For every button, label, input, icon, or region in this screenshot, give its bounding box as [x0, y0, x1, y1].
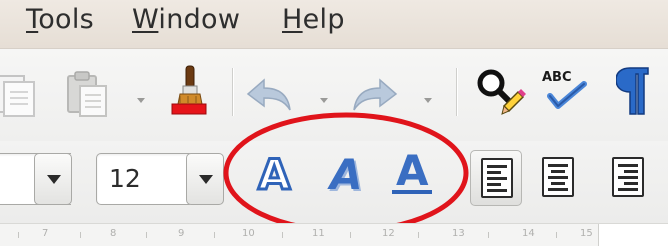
undo-icon[interactable] — [244, 76, 294, 120]
paste-icon[interactable] — [64, 70, 110, 122]
ruler-label: 12 — [382, 228, 395, 239]
align-center-icon — [542, 157, 574, 197]
menu-tools[interactable]: Tools — [26, 4, 94, 35]
ruler-label: 10 — [242, 228, 255, 239]
font-outline-button[interactable]: A — [257, 152, 292, 197]
ruler-label: 13 — [452, 228, 465, 239]
align-left-button[interactable] — [470, 150, 522, 206]
clone-formatting-icon[interactable] — [168, 64, 208, 120]
align-left-icon — [481, 158, 513, 198]
redo-icon[interactable] — [350, 76, 400, 120]
ruler-label: 7 — [42, 228, 49, 239]
formatting-marks-icon[interactable] — [615, 66, 652, 120]
ruler-label: 14 — [522, 228, 535, 239]
underline-bar — [392, 190, 432, 194]
align-center-button[interactable] — [532, 150, 582, 204]
font-size-input[interactable]: 12 — [96, 153, 194, 205]
align-right-button[interactable] — [602, 150, 652, 204]
menu-bar: Tools Window Help — [0, 0, 668, 49]
ruler-label: 8 — [110, 228, 117, 239]
font-name-dropdown-button[interactable] — [34, 153, 72, 205]
undo-dropdown-arrow[interactable] — [320, 98, 328, 103]
copy-icon[interactable] — [0, 72, 42, 122]
font-underline-button[interactable]: A — [396, 150, 429, 192]
menu-window[interactable]: Window — [132, 4, 240, 35]
paste-dropdown-arrow[interactable] — [137, 98, 145, 103]
horizontal-ruler[interactable]: 7 8 9 10 11 12 13 14 15 — [0, 223, 668, 246]
toolbar-separator — [456, 68, 457, 116]
toolbar-separator — [232, 68, 233, 116]
ruler-label: 9 — [178, 228, 185, 239]
menu-help[interactable]: Help — [282, 4, 345, 35]
font-shadow-button[interactable]: A — [330, 154, 363, 196]
font-size-dropdown-button[interactable] — [186, 153, 224, 205]
align-right-icon — [612, 157, 644, 197]
redo-dropdown-arrow[interactable] — [424, 98, 432, 103]
find-replace-icon[interactable] — [474, 66, 526, 120]
ruler-label: 11 — [312, 228, 325, 239]
ruler-label: 15 — [580, 228, 593, 239]
ruler-right-margin — [598, 224, 668, 246]
